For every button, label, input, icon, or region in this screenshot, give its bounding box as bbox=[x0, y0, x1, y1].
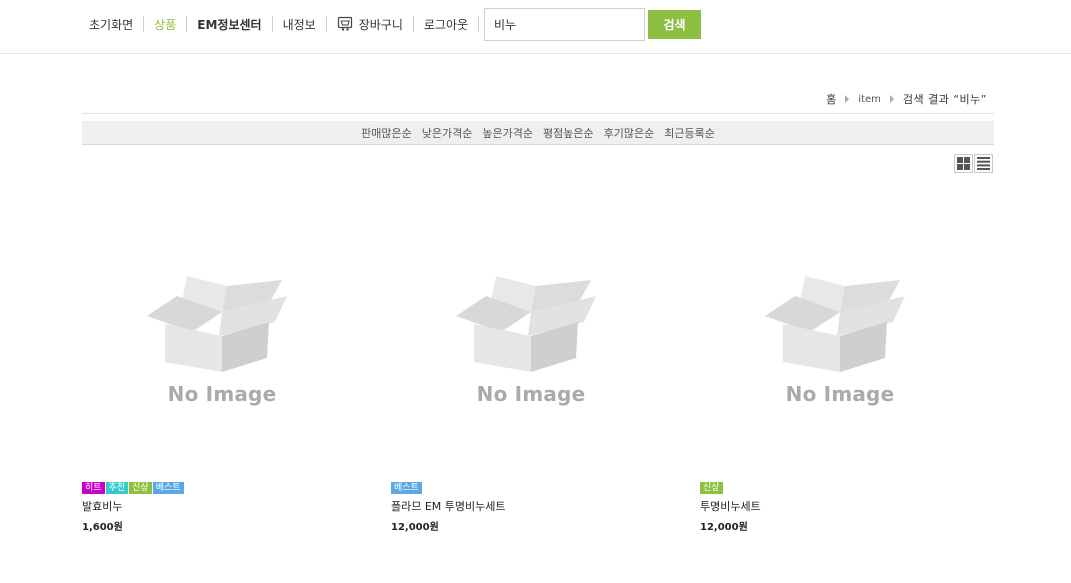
sort-best-selling[interactable]: 판매많은순 bbox=[361, 125, 412, 141]
top-header: 초기화면 상품 EM정보센터 내정보 장바구니 로그아웃 검색 bbox=[0, 0, 1071, 54]
nav-cart[interactable]: 장바구니 bbox=[327, 16, 414, 32]
no-image-box-icon bbox=[456, 276, 596, 372]
no-image-label: No Image bbox=[167, 382, 277, 406]
product-image[interactable]: No Image bbox=[391, 200, 671, 480]
no-image-box-icon bbox=[765, 276, 905, 372]
nav-my-info-label: 내정보 bbox=[282, 17, 316, 32]
divider bbox=[82, 113, 994, 114]
grid-view-button[interactable] bbox=[954, 154, 973, 173]
nav-logout-label: 로그아웃 bbox=[423, 17, 469, 32]
nav-my-info[interactable]: 내정보 bbox=[273, 16, 327, 32]
nav-logout[interactable]: 로그아웃 bbox=[414, 16, 480, 32]
breadcrumb-item[interactable]: item bbox=[858, 94, 881, 105]
no-image-label: No Image bbox=[785, 382, 895, 406]
product-name[interactable]: 발효비누 bbox=[82, 498, 122, 514]
badge-best: 베스트 bbox=[152, 482, 184, 494]
product-price: 12,000원 bbox=[700, 522, 748, 533]
product-name[interactable]: 플라므 EM 투명비누세트 bbox=[391, 498, 506, 514]
cart-icon bbox=[337, 16, 352, 31]
breadcrumb: 홈 item 검색 결과 “비누” bbox=[826, 91, 987, 107]
no-image-label: No Image bbox=[476, 382, 586, 406]
list-view-button[interactable] bbox=[974, 154, 993, 173]
sort-newest[interactable]: 최근등록순 bbox=[664, 125, 715, 141]
badge-new: 신상 bbox=[129, 482, 152, 494]
breadcrumb-current: 검색 결과 “비누” bbox=[902, 93, 987, 106]
product-image[interactable]: No Image bbox=[82, 200, 362, 480]
product-name[interactable]: 투명비누세트 bbox=[700, 498, 761, 514]
sort-top-rated[interactable]: 평점높은순 bbox=[543, 125, 594, 141]
product-image[interactable]: No Image bbox=[700, 200, 980, 480]
sort-low-price[interactable]: 낮은가격순 bbox=[422, 125, 473, 141]
list-view-icon bbox=[977, 157, 990, 170]
grid-view-icon bbox=[957, 157, 970, 170]
breadcrumb-home[interactable]: 홈 bbox=[826, 91, 836, 107]
nav-products[interactable]: 상품 bbox=[144, 16, 188, 32]
main-nav: 초기화면 상품 EM정보센터 내정보 장바구니 로그아웃 bbox=[82, 14, 480, 34]
no-image-box-icon bbox=[147, 276, 287, 372]
nav-home[interactable]: 초기화면 bbox=[82, 16, 145, 32]
breadcrumb-arrow-icon bbox=[889, 95, 894, 103]
sort-bar: 판매많은순 낮은가격순 높은가격순 평점높은순 후기많은순 최근등록순 bbox=[82, 121, 994, 145]
nav-em-info-center-label: EM정보센터 bbox=[197, 17, 262, 32]
badge-best: 베스트 bbox=[391, 482, 422, 494]
nav-cart-label: 장바구니 bbox=[358, 17, 403, 32]
badge-recommended: 추천 bbox=[105, 482, 129, 494]
sort-high-price[interactable]: 높은가격순 bbox=[482, 125, 533, 141]
product-badges: 히트 추천 신상 베스트 bbox=[82, 482, 185, 494]
nav-home-label: 초기화면 bbox=[89, 17, 134, 32]
nav-em-info-center[interactable]: EM정보센터 bbox=[187, 16, 273, 32]
badge-hit: 히트 bbox=[82, 482, 105, 494]
nav-products-label: 상품 bbox=[154, 17, 177, 32]
product-badges: 신상 bbox=[700, 482, 724, 494]
product-badges: 베스트 bbox=[391, 482, 423, 494]
product-price: 1,600원 bbox=[82, 522, 123, 533]
product-price: 12,000원 bbox=[391, 522, 439, 533]
sort-most-reviews[interactable]: 후기많은순 bbox=[604, 125, 655, 141]
search-input[interactable] bbox=[484, 8, 645, 41]
breadcrumb-arrow-icon bbox=[845, 95, 850, 103]
badge-new: 신상 bbox=[700, 482, 723, 494]
search-button[interactable]: 검색 bbox=[648, 10, 701, 39]
